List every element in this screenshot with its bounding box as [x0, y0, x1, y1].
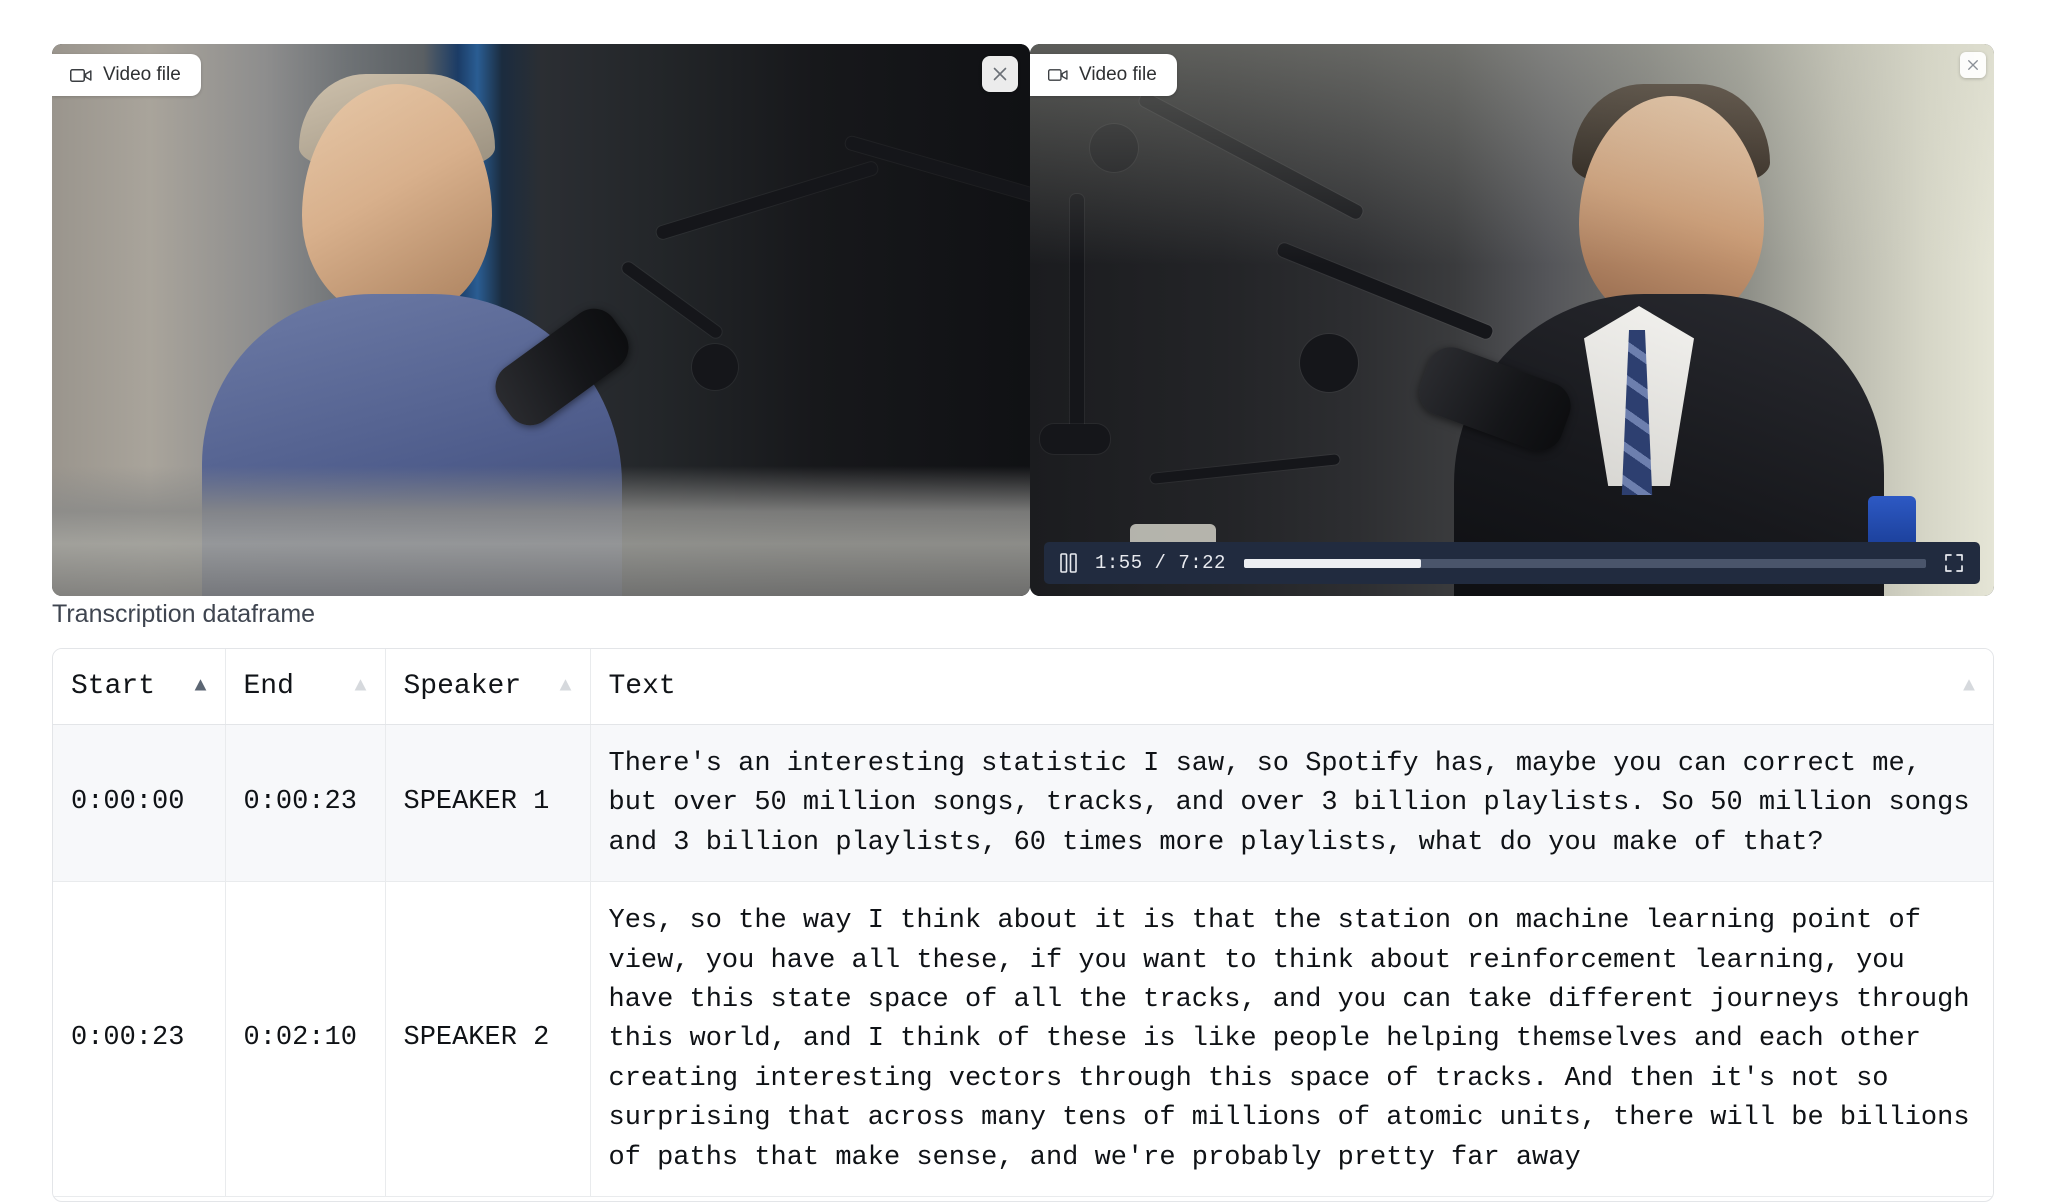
cell-speaker: SPEAKER 1 — [385, 724, 591, 883]
video-file-chip-1: Video file — [52, 54, 201, 96]
close-icon[interactable] — [1960, 52, 1986, 78]
seek-progress — [1243, 558, 1422, 568]
column-header-speaker-label: Speaker — [403, 671, 522, 702]
desk-stand — [1149, 454, 1341, 484]
column-header-end[interactable]: End ▲ — [225, 649, 386, 725]
mic-boom-arm — [619, 259, 725, 341]
cell-start: 0:00:00 — [53, 724, 226, 883]
mic-boom-arm — [655, 160, 879, 241]
seek-bar[interactable] — [1243, 558, 1926, 568]
sort-ascending-icon[interactable]: ▲ — [194, 676, 206, 697]
sort-ascending-icon[interactable]: ▲ — [1963, 676, 1975, 697]
mic-boom-post — [1070, 194, 1084, 444]
video-file-label-1: Video file — [103, 64, 181, 85]
table-row[interactable]: 0:00:23 0:02:10 SPEAKER 2 Yes, so the wa… — [53, 881, 1993, 1198]
column-header-end-label: End — [243, 671, 294, 702]
video-camera-icon — [70, 68, 92, 83]
video-panel-2[interactable]: Video file 1:55 / 7:22 — [1030, 44, 1994, 596]
speaker2-head — [1579, 96, 1764, 326]
table-header-row: Start ▲ End ▲ Speaker ▲ Text ▲ — [53, 649, 1993, 725]
video-file-label-2: Video file — [1079, 64, 1157, 85]
cell-end: 0:02:10 — [225, 881, 386, 1198]
video-frame-1 — [52, 44, 1030, 596]
mic-joint — [1090, 124, 1138, 172]
video-frame-2 — [1030, 44, 1994, 596]
column-header-text-label: Text — [608, 671, 676, 702]
cell-speaker: SPEAKER 2 — [385, 881, 591, 1198]
dataframe-label: Transcription dataframe — [52, 600, 316, 628]
mic-boom-arm — [1275, 241, 1495, 341]
column-header-text[interactable]: Text ▲ — [590, 649, 1993, 725]
cell-start: 0:00:23 — [53, 881, 226, 1198]
speaker2-hair — [1572, 84, 1770, 184]
video-panel-1[interactable]: Video file — [52, 44, 1030, 596]
transcription-table: Start ▲ End ▲ Speaker ▲ Text ▲ 0:00:00 0… — [52, 648, 1994, 1202]
pause-icon[interactable] — [1060, 553, 1077, 573]
video-camera-icon — [1048, 68, 1068, 82]
mic-boom-base — [1040, 424, 1110, 454]
column-header-start-label: Start — [71, 671, 156, 702]
video-file-chip-2: Video file — [1030, 54, 1177, 96]
cell-end: 0:00:23 — [225, 724, 386, 883]
time-display: 1:55 / 7:22 — [1095, 552, 1226, 574]
cell-text: There's an interesting statistic I saw, … — [590, 724, 1993, 883]
video-controls-bar[interactable]: 1:55 / 7:22 — [1044, 542, 1980, 584]
mic-joint — [1300, 334, 1358, 392]
sort-ascending-icon[interactable]: ▲ — [354, 676, 366, 697]
fullscreen-icon[interactable] — [1944, 553, 1964, 573]
sort-ascending-icon[interactable]: ▲ — [559, 676, 571, 697]
close-icon[interactable] — [982, 56, 1018, 92]
transcription-table-element: Start ▲ End ▲ Speaker ▲ Text ▲ 0:00:00 0… — [53, 649, 1993, 1198]
video-panels-row: Video file Video file 1:55 / 7:22 — [52, 44, 1994, 596]
cell-text: Yes, so the way I think about it is that… — [590, 881, 1993, 1198]
table-header: Start ▲ End ▲ Speaker ▲ Text ▲ — [53, 649, 1993, 725]
column-header-speaker[interactable]: Speaker ▲ — [385, 649, 591, 725]
mic-boom-arm — [1137, 91, 1365, 221]
table-body: 0:00:00 0:00:23 SPEAKER 1 There's an int… — [53, 724, 1993, 1198]
app-page: Video file Video file 1:55 / 7:22 Transc… — [0, 0, 2046, 1202]
column-header-start[interactable]: Start ▲ — [53, 649, 226, 725]
table-row[interactable]: 0:00:00 0:00:23 SPEAKER 1 There's an int… — [53, 724, 1993, 883]
bottle-cap — [1868, 496, 1916, 548]
mic-joint — [692, 344, 738, 390]
